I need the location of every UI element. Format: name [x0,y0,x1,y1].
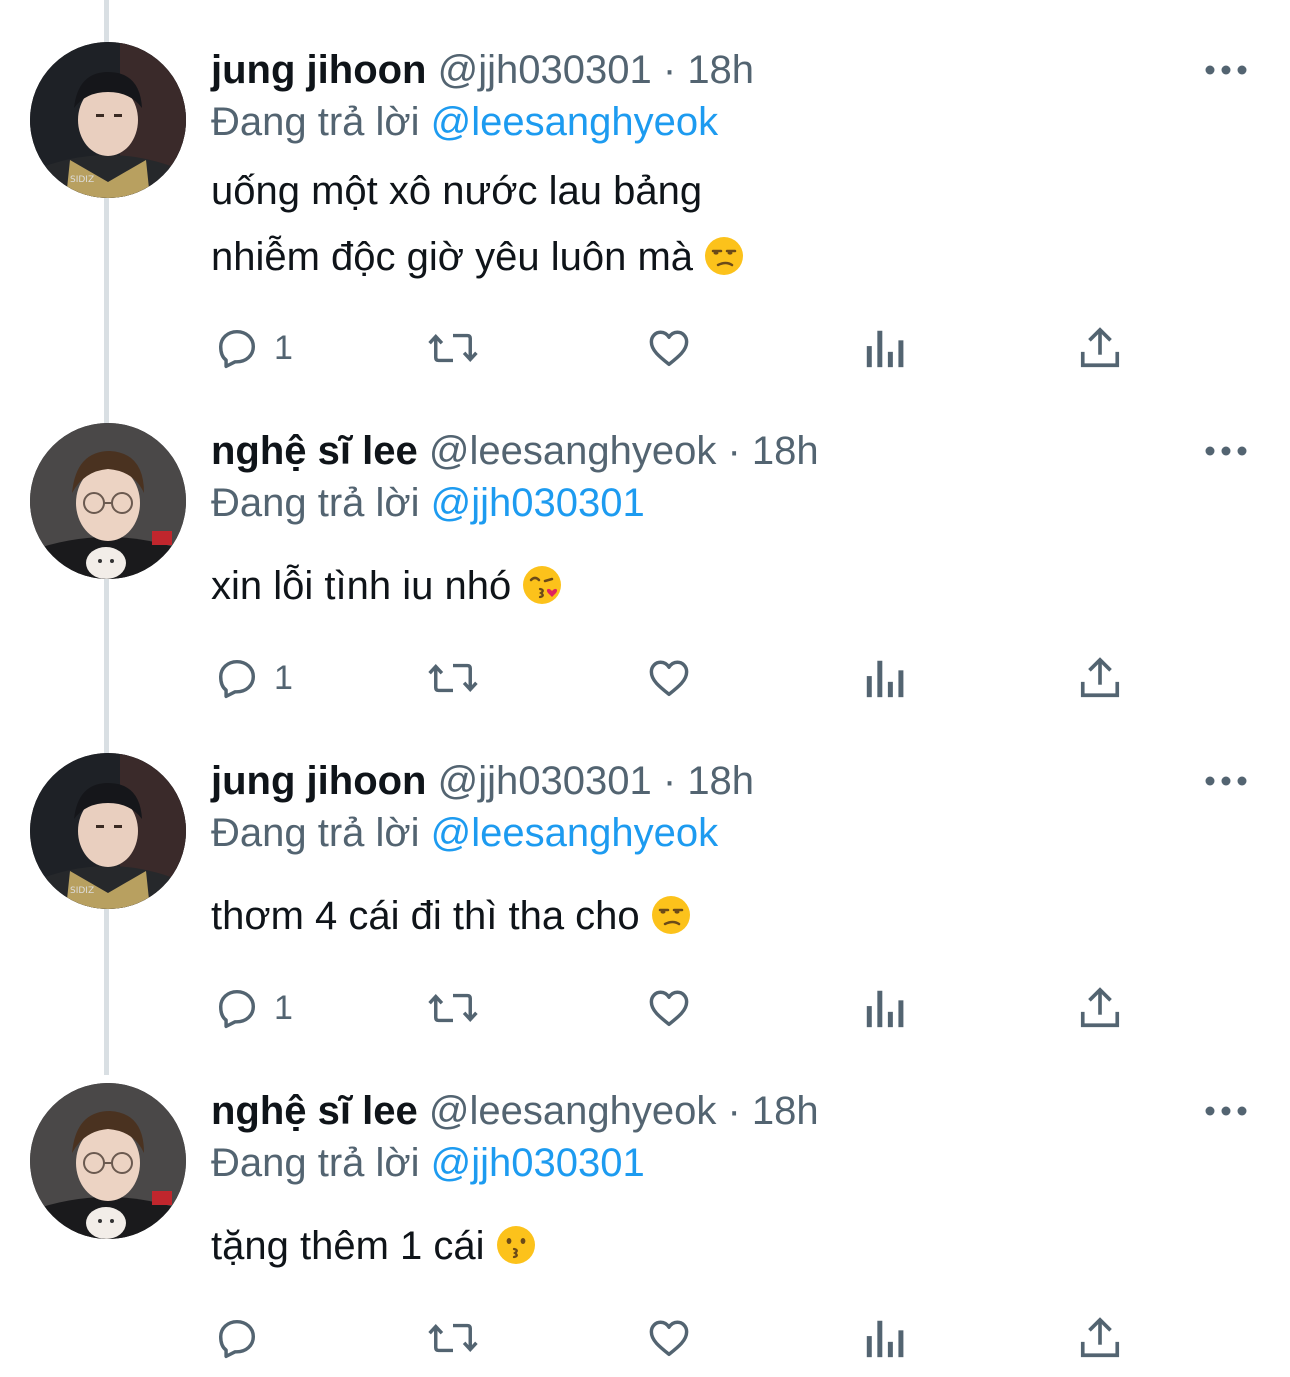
replying-to-label: Đang trả lời [211,1141,420,1185]
tweet-text-line: tặng thêm 1 cái [211,1213,536,1279]
tweet[interactable]: nghệ sĩ lee @leesanghyeok · 18h Đang trả… [0,0,1290,1377]
share-icon [1078,1315,1122,1361]
tweet-text: tặng thêm 1 cái [211,1213,536,1279]
retweet-button[interactable] [426,1310,480,1366]
reply-button[interactable] [214,1310,274,1366]
author-handle[interactable]: @leesanghyeok [429,1089,716,1133]
separator-dot: · [727,1089,741,1133]
like-icon [645,1315,693,1361]
tweet-actions [0,1310,1290,1366]
reply-icon [214,1315,260,1361]
author-name[interactable]: nghệ sĩ lee [211,1089,418,1133]
avatar[interactable] [30,1083,186,1239]
retweet-icon [426,1315,480,1361]
reply-mention-link[interactable]: @jjh030301 [431,1141,645,1185]
views-button[interactable] [864,1310,906,1366]
tweet-time[interactable]: 18h [752,1089,819,1133]
more-options-icon[interactable] [1204,1096,1248,1126]
kissing-face-emoji [496,1219,536,1264]
like-button[interactable] [645,1310,693,1366]
share-button[interactable] [1078,1310,1122,1366]
reply-thread: SIDIZ jung jihoon @jjh030301 · 18h Đang … [0,0,1290,1377]
views-icon [864,1315,906,1361]
